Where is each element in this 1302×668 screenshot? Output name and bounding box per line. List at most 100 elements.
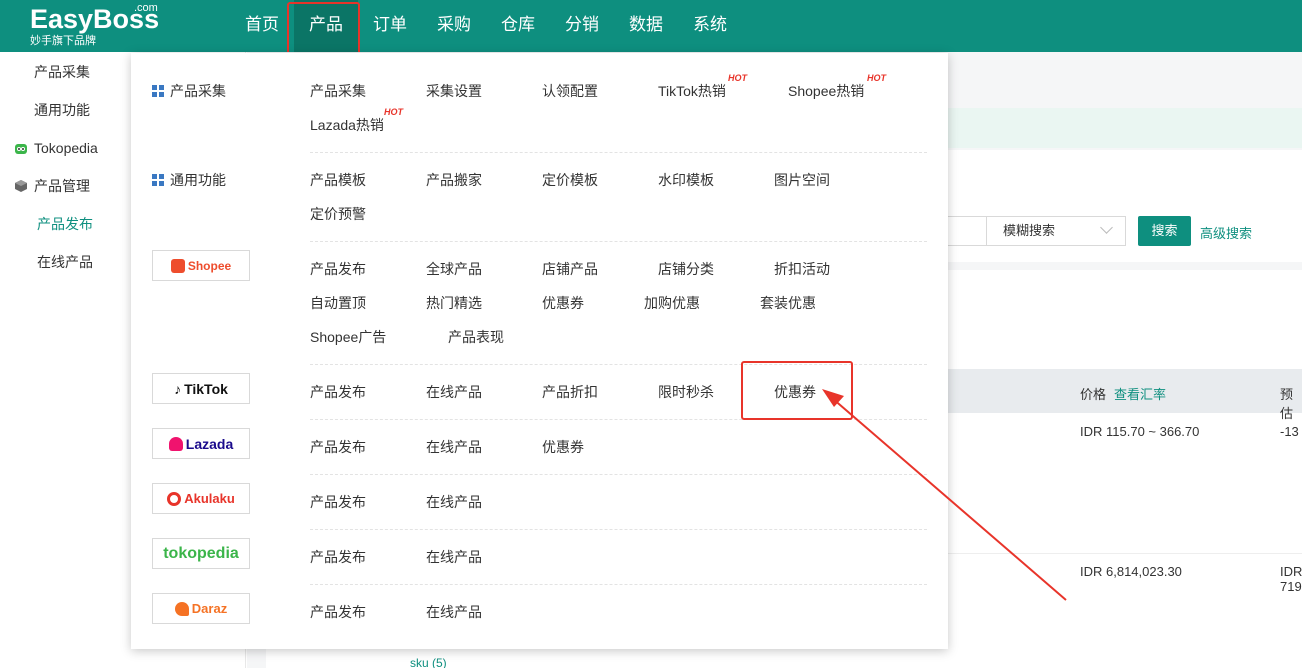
menu-link-pricing-template[interactable]: 定价模板 [542,170,598,190]
menu-link-lazada-hot[interactable]: Lazada热销 [310,115,384,135]
logo-com: .com [134,2,158,14]
notice-strip [947,108,1302,148]
row2-price: IDR 6,814,023.30 [1080,564,1182,579]
sidebar-item-collect[interactable]: 产品采集 [14,60,90,84]
menu-link-daraz-publish[interactable]: 产品发布 [310,602,366,622]
shopee-logo: Shopee [152,250,250,281]
shopee-bag-icon [170,258,185,273]
divider [310,529,927,530]
easyboss-logo[interactable]: EasyBoss .com 妙手旗下品牌 [30,2,159,47]
top-navigation-bar: EasyBoss .com 妙手旗下品牌 首页 产品 订单 采购 仓库 分销 数… [0,0,1302,52]
grid-icon [152,85,164,97]
menu-link-tiktok-hot[interactable]: TikTok热销 [658,81,726,101]
platform-logo-text: Daraz [191,601,228,616]
search-input[interactable] [948,216,988,246]
cube-icon [14,179,28,193]
menu-link-tokopedia-publish[interactable]: 产品发布 [310,547,366,567]
sidebar-item-label: 产品采集 [34,64,90,80]
divider [310,241,927,242]
menu-category-general: 通用功能 [152,170,226,190]
menu-link-shopee-ads[interactable]: Shopee广告 [310,327,386,347]
sidebar-subitem-publish[interactable]: 产品发布 [37,212,93,236]
nav-system[interactable]: 系统 [678,0,742,52]
column-header-estimate: 预估 [1280,387,1294,421]
search-mode-select[interactable]: 模糊搜索 [986,216,1126,246]
akulaku-logo: Akulaku [152,483,250,514]
menu-link-daraz-online[interactable]: 在线产品 [426,602,482,622]
menu-link-akulaku-online[interactable]: 在线产品 [426,492,482,512]
menu-link-tiktok-publish[interactable]: 产品发布 [310,382,366,402]
menu-category-label: 通用功能 [170,172,226,188]
akulaku-ring-icon [167,491,182,506]
menu-link-product-migration[interactable]: 产品搬家 [426,170,482,190]
nav-home[interactable]: 首页 [230,0,294,52]
menu-link-shopee-add-on-deal[interactable]: 加购优惠 [644,293,700,313]
hot-badge: HOT [728,73,747,83]
voucher-highlight-box [741,361,853,420]
sidebar-item-label: Tokopedia [34,140,98,156]
grid-icon [14,103,28,117]
sidebar-item-product-management[interactable]: 产品管理 [14,174,90,198]
row-separator [947,553,1302,554]
menu-link-shopee-top-picks[interactable]: 热门精选 [426,293,482,313]
menu-link-tiktok-discount[interactable]: 产品折扣 [542,382,598,402]
view-exchange-rate-link[interactable]: 查看汇率 [1114,384,1166,403]
sku-toggle[interactable]: sku (5) [410,656,447,668]
menu-link-claim-config[interactable]: 认领配置 [542,81,598,101]
column-header-price: 价格 [1080,387,1107,402]
menu-link-lazada-online[interactable]: 在线产品 [426,437,482,457]
sidebar-item-label: 产品管理 [34,178,90,194]
divider [310,474,927,475]
tokopedia-logo: tokopedia [152,538,250,569]
platform-logo-text: TikTok [184,380,228,397]
menu-link-shopee-store-category[interactable]: 店铺分类 [658,259,714,279]
sidebar-item-tokopedia[interactable]: Tokopedia [14,136,98,160]
menu-link-collect[interactable]: 产品采集 [310,81,366,101]
menu-link-shopee-auto-bump[interactable]: 自动置顶 [310,293,366,313]
nav-data[interactable]: 数据 [614,0,678,52]
tokopedia-icon [14,141,28,155]
menu-link-tiktok-flash-sale[interactable]: 限时秒杀 [658,382,714,402]
menu-link-shopee-global[interactable]: 全球产品 [426,259,482,279]
tiktok-note-icon: ♪ [174,380,182,397]
chevron-down-icon [1100,221,1113,234]
menu-link-pricing-alert[interactable]: 定价预警 [310,204,366,224]
menu-link-shopee-performance[interactable]: 产品表现 [448,327,504,347]
nav-orders[interactable]: 订单 [358,0,422,52]
nav-purchasing[interactable]: 采购 [422,0,486,52]
sidebar-item-general[interactable]: 通用功能 [14,98,90,122]
menu-link-collect-settings[interactable]: 采集设置 [426,81,482,101]
sidebar-item-label: 通用功能 [34,102,90,118]
menu-category-collect: 产品采集 [152,81,226,101]
menu-link-tiktok-online[interactable]: 在线产品 [426,382,482,402]
menu-link-lazada-voucher[interactable]: 优惠券 [542,437,584,457]
menu-link-product-template[interactable]: 产品模板 [310,170,366,190]
menu-link-lazada-publish[interactable]: 产品发布 [310,437,366,457]
nav-distribution[interactable]: 分销 [550,0,614,52]
platform-logo-text: tokopedia [163,544,239,562]
menu-link-shopee-store-products[interactable]: 店铺产品 [542,259,598,279]
menu-link-image-space[interactable]: 图片空间 [774,170,830,190]
search-button[interactable]: 搜索 [1138,216,1191,246]
menu-link-watermark-template[interactable]: 水印模板 [658,170,714,190]
nav-products-highlight-box [287,2,360,59]
row1-estimate: -13 [1280,424,1299,439]
menu-link-akulaku-publish[interactable]: 产品发布 [310,492,366,512]
menu-category-label: 产品采集 [170,83,226,99]
platform-logo-text: Shopee [187,258,232,273]
menu-link-tokopedia-online[interactable]: 在线产品 [426,547,482,567]
daraz-flame-icon [174,601,189,616]
hot-badge: HOT [384,107,403,117]
tiktok-logo: ♪ TikTok [152,373,250,404]
sidebar-subitem-online-products[interactable]: 在线产品 [37,250,93,274]
advanced-search-link[interactable]: 高级搜索 [1200,223,1252,242]
search-mode-value: 模糊搜索 [1003,223,1056,238]
nav-warehouse[interactable]: 仓库 [486,0,550,52]
menu-link-shopee-voucher[interactable]: 优惠券 [542,293,584,313]
menu-link-shopee-hot[interactable]: Shopee热销 [788,81,864,101]
lazada-logo: Lazada [152,428,250,459]
menu-link-shopee-discount[interactable]: 折扣活动 [774,259,830,279]
menu-link-shopee-publish[interactable]: 产品发布 [310,259,366,279]
menu-link-shopee-bundle-deal[interactable]: 套装优惠 [760,293,816,313]
row2-estimate-currency: IDR [1280,564,1302,579]
